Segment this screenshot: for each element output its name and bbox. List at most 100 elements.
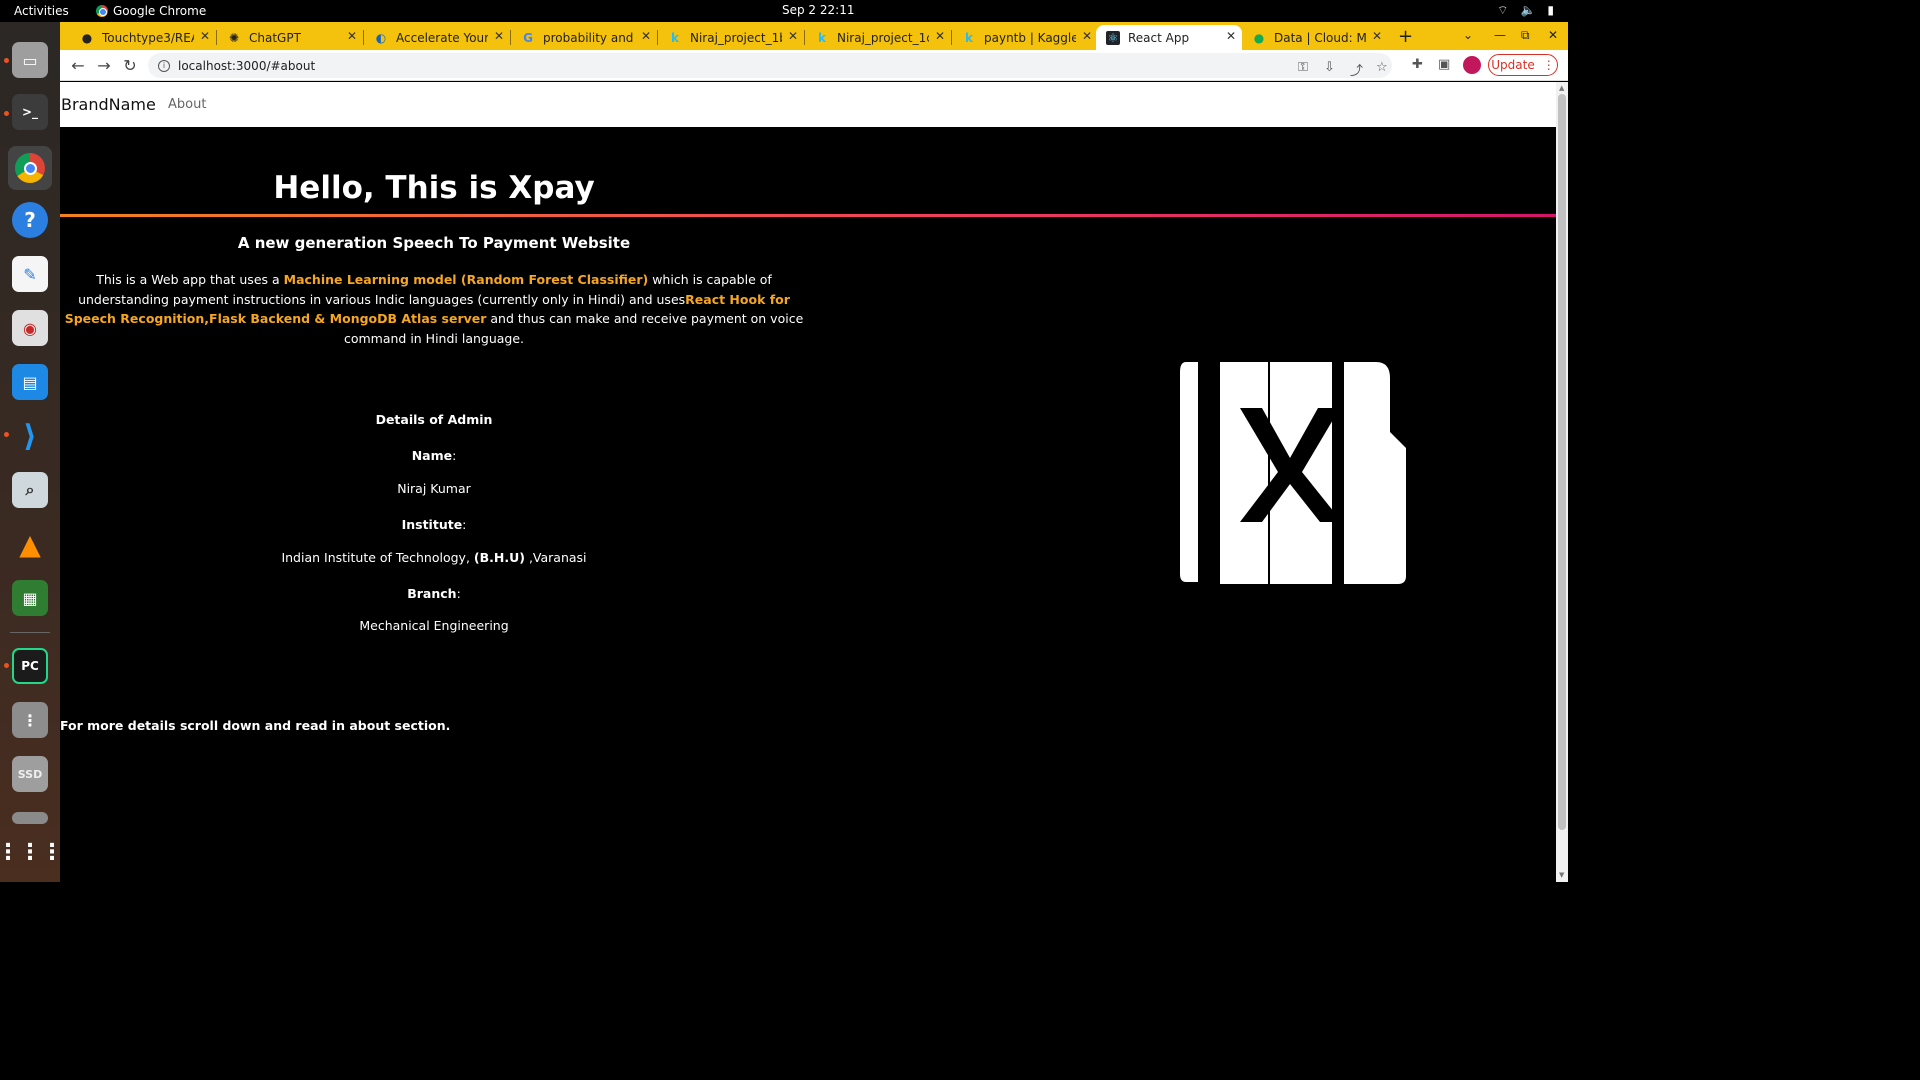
- page-scrollbar[interactable]: ▲ ▼: [1556, 82, 1568, 882]
- vlc-icon[interactable]: ▲: [12, 526, 48, 562]
- name-value: Niraj Kumar: [397, 481, 471, 496]
- scroll-up-icon[interactable]: ▲: [1559, 84, 1564, 92]
- react-icon: ⚛: [1106, 30, 1120, 45]
- new-tab-button[interactable]: +: [1398, 26, 1413, 47]
- profile-avatar[interactable]: [1463, 56, 1481, 74]
- system-tray[interactable]: ⌔ 🔈 ▮: [1497, 3, 1554, 18]
- tab-strip: ● Touchtype3/REA ✕ ✺ ChatGPT ✕ ◐ Acceler…: [60, 22, 1568, 50]
- drive-icon[interactable]: [12, 812, 48, 824]
- more-details-note: For more details scroll down and read in…: [60, 718, 451, 733]
- extensions-icon[interactable]: ✚: [1412, 57, 1423, 72]
- pycharm-icon[interactable]: PC: [12, 648, 48, 684]
- close-icon[interactable]: ✕: [494, 29, 504, 43]
- tab[interactable]: k Niraj_project_1c ✕: [805, 25, 952, 50]
- url-text: localhost:3000/#about: [178, 58, 316, 73]
- colon: :: [452, 448, 457, 463]
- tab-label: Touchtype3/REA: [102, 30, 194, 45]
- text-editor-icon[interactable]: ✎: [12, 256, 48, 292]
- colon: :: [456, 586, 461, 601]
- tab-active[interactable]: ⚛ React App ✕: [1096, 25, 1242, 50]
- close-icon[interactable]: ✕: [347, 29, 357, 43]
- tab[interactable]: k Niraj_project_1b ✕: [658, 25, 805, 50]
- ssd-drive-icon[interactable]: SSD: [12, 756, 48, 792]
- tab[interactable]: ● Touchtype3/REA ✕: [70, 25, 217, 50]
- app-grid-icon[interactable]: ⋮⋮⋮: [0, 834, 63, 870]
- close-window-icon[interactable]: ✕: [1548, 28, 1558, 42]
- share-icon[interactable]: ⤴: [1350, 60, 1363, 79]
- files-icon[interactable]: ▭: [12, 42, 48, 78]
- chrome-dock-icon[interactable]: [8, 146, 52, 190]
- site-info-icon[interactable]: i: [158, 59, 170, 72]
- chrome-icon: [96, 5, 108, 17]
- close-icon[interactable]: ✕: [788, 29, 798, 43]
- reload-icon[interactable]: ↻: [121, 56, 139, 75]
- colon: :: [462, 517, 467, 532]
- close-icon[interactable]: ✕: [1372, 29, 1382, 43]
- side-panel-icon[interactable]: ▣: [1438, 57, 1450, 72]
- desc-highlight: Machine Learning model (Random Forest Cl…: [283, 272, 649, 287]
- close-icon[interactable]: ✕: [641, 29, 651, 43]
- brand-link[interactable]: BrandName: [61, 95, 156, 114]
- site-icon: ◐: [375, 30, 387, 45]
- dock-separator: [10, 632, 50, 633]
- google-icon: G: [523, 30, 533, 45]
- nav-about-link[interactable]: About: [168, 97, 206, 112]
- activities-button[interactable]: Activities: [14, 4, 69, 18]
- tab-label: probability and s: [543, 30, 635, 45]
- spreadsheet-icon[interactable]: ▦: [12, 580, 48, 616]
- clock[interactable]: Sep 2 22:11: [782, 3, 854, 17]
- page-subtitle: A new generation Speech To Payment Websi…: [237, 234, 631, 252]
- mongodb-icon: ●: [1253, 30, 1265, 45]
- admin-heading: Details of Admin: [375, 412, 493, 427]
- tab[interactable]: ◐ Accelerate Your C ✕: [364, 25, 511, 50]
- institute-text: Indian Institute of Technology,: [281, 550, 474, 565]
- key-icon[interactable]: ⚿: [1298, 60, 1308, 75]
- browser-toolbar: ← → ↻ i localhost:3000/#about ⚿ ⇩ ⤴ ☆ ✚ …: [60, 50, 1568, 81]
- institute-text: ,Varanasi: [524, 550, 587, 565]
- disk-icon[interactable]: ⋮: [12, 702, 48, 738]
- github-icon: ●: [81, 30, 93, 45]
- help-icon[interactable]: ?: [12, 202, 48, 238]
- branch-label-row: Branch:: [60, 586, 808, 601]
- tab-label: Data | Cloud: Mo: [1274, 30, 1366, 45]
- scrollbar-thumb[interactable]: [1558, 94, 1566, 830]
- app-name: Google Chrome: [113, 4, 207, 18]
- tab-label: Niraj_project_1c: [837, 30, 929, 45]
- wifi-icon: ⌔: [1497, 3, 1509, 17]
- back-icon[interactable]: ←: [69, 56, 87, 75]
- tab-search-icon[interactable]: ⌄: [1463, 28, 1473, 42]
- terminal-icon[interactable]: >_: [12, 94, 48, 130]
- close-icon[interactable]: ✕: [200, 29, 210, 43]
- update-button[interactable]: Update ⋮: [1488, 54, 1558, 76]
- tab[interactable]: ● Data | Cloud: Mo ✕: [1242, 25, 1388, 50]
- vscode-icon[interactable]: ⟩: [12, 418, 48, 454]
- name-label-row: Name:: [60, 448, 808, 463]
- forward-icon[interactable]: →: [95, 56, 113, 75]
- tab[interactable]: ✺ ChatGPT ✕: [217, 25, 364, 50]
- restore-icon[interactable]: ⧉: [1521, 28, 1530, 43]
- institute-label: Institute: [401, 517, 463, 532]
- close-icon[interactable]: ✕: [1226, 29, 1236, 43]
- bookmark-star-icon[interactable]: ☆: [1376, 60, 1388, 75]
- document-viewer-icon[interactable]: ◉: [12, 310, 48, 346]
- gradient-divider: [60, 214, 1556, 217]
- institute-bold: (B.H.U): [473, 550, 525, 565]
- scroll-down-icon[interactable]: ▼: [1559, 871, 1564, 879]
- close-icon[interactable]: ✕: [1082, 29, 1092, 43]
- install-icon[interactable]: ⇩: [1324, 60, 1335, 75]
- close-icon[interactable]: ✕: [935, 29, 945, 43]
- app-menu[interactable]: Google Chrome: [96, 4, 206, 18]
- tab[interactable]: G probability and s ✕: [511, 25, 658, 50]
- running-indicator: [4, 58, 9, 63]
- minimize-icon[interactable]: —: [1494, 28, 1506, 42]
- page-viewport: BrandName About Hello, This is Xpay A ne…: [60, 82, 1556, 882]
- system-top-bar: Activities Google Chrome Sep 2 22:11 ⌔ 🔈…: [0, 0, 1568, 22]
- tab-label: ChatGPT: [249, 30, 301, 45]
- dock: ▭ >_ ? ✎ ◉ ▤ ⟩ ⌕ ▲ ▦ PC ⋮ SSD ⋮⋮⋮: [0, 22, 63, 882]
- site-navbar: BrandName About: [60, 82, 1556, 127]
- search-icon[interactable]: ⌕: [12, 472, 48, 508]
- tab[interactable]: k payntb | Kaggle ✕: [952, 25, 1098, 50]
- writer-icon[interactable]: ▤: [12, 364, 48, 400]
- desc-text: This is a Web app that uses a: [96, 272, 284, 287]
- address-bar[interactable]: i localhost:3000/#about ⚿ ⇩ ⤴ ☆: [148, 53, 1392, 79]
